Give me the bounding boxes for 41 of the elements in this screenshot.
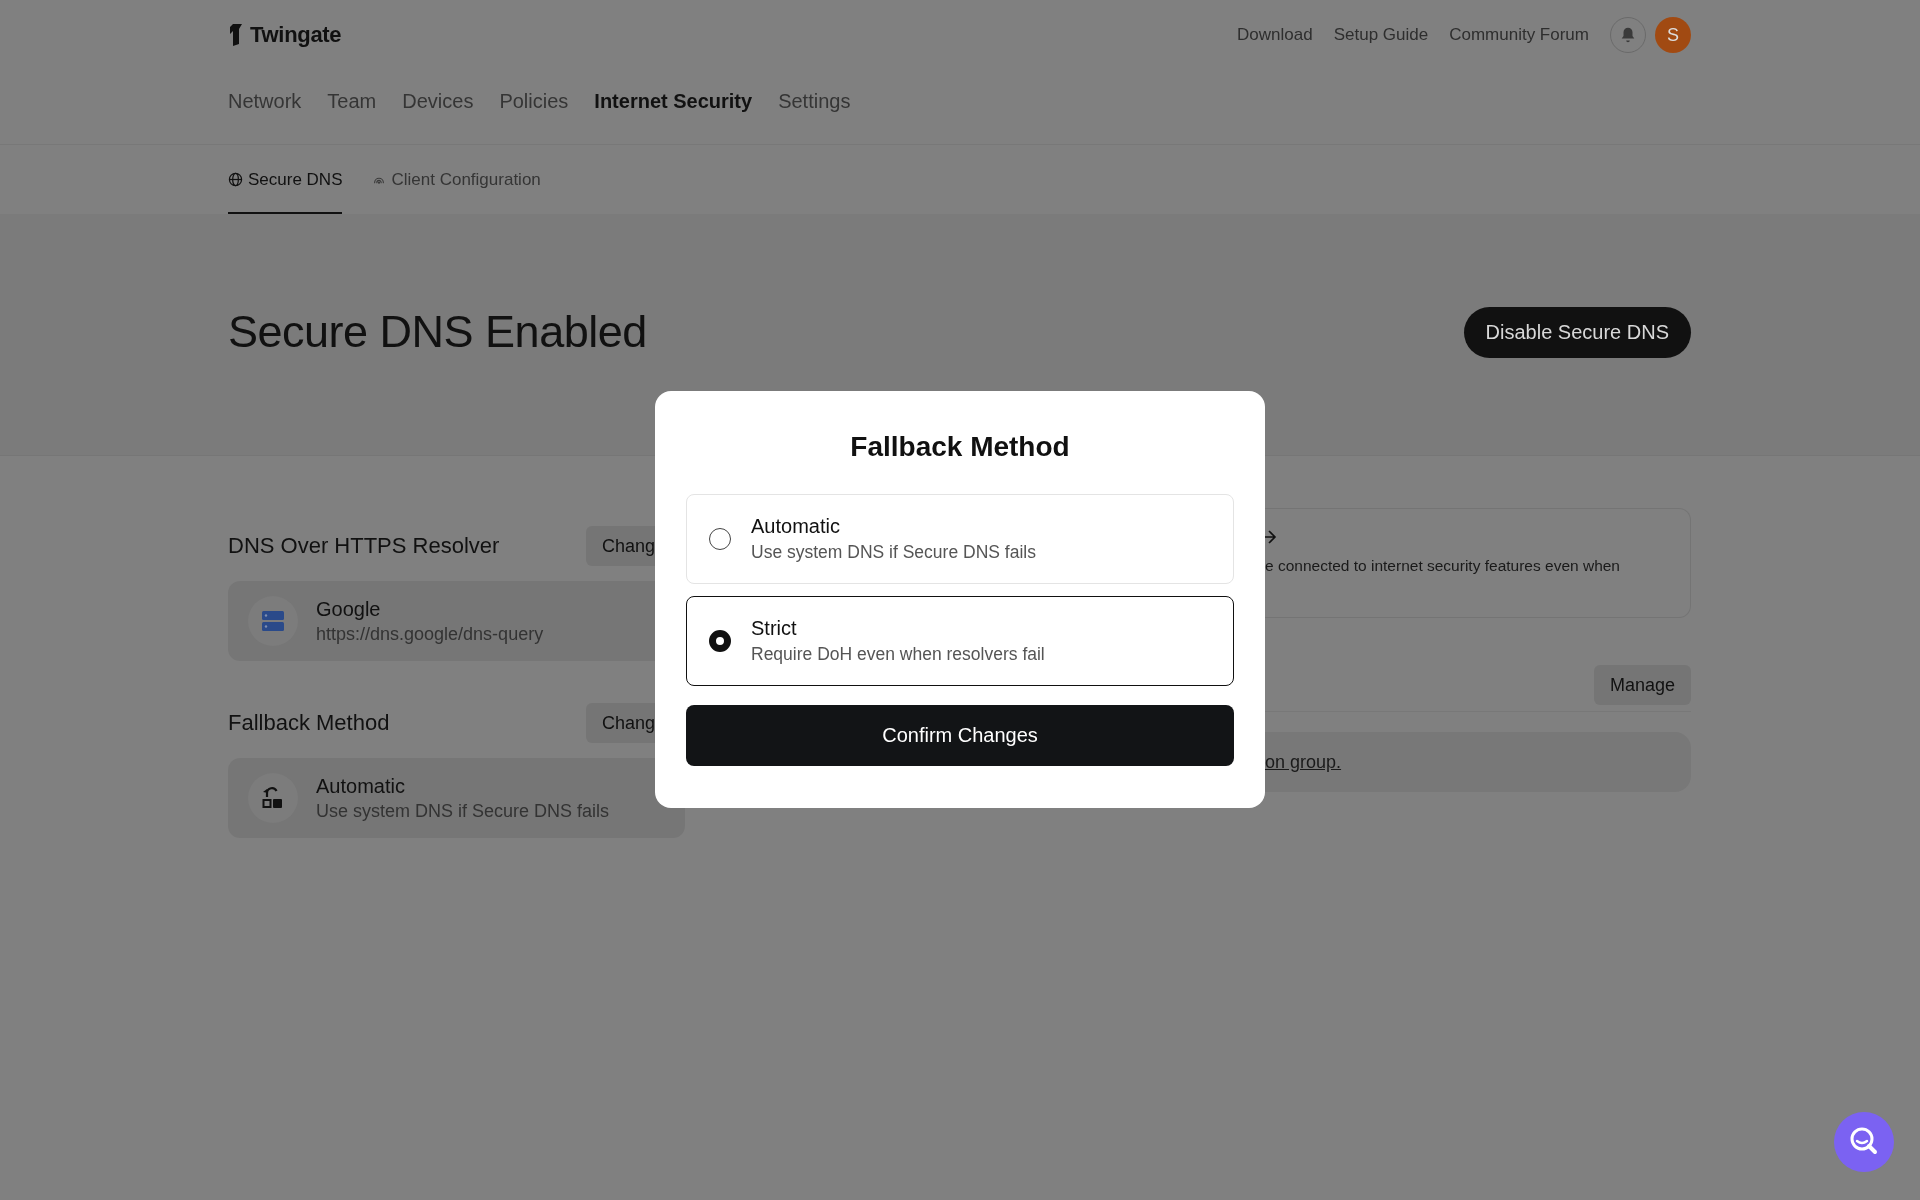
notifications-button[interactable] bbox=[1610, 17, 1646, 53]
change-button[interactable]: Chang bbox=[585, 703, 657, 743]
unlock-icon bbox=[262, 787, 284, 809]
logo-icon bbox=[228, 24, 244, 46]
option-description: Use system DNS if Secure DNS fails bbox=[751, 542, 1036, 563]
confirm-button[interactable]: Confirm Changes bbox=[686, 705, 1234, 766]
link[interactable]: on group. bbox=[1265, 751, 1342, 773]
section-title: DNS Over HTTPS Resolver bbox=[228, 533, 500, 559]
manage-button[interactable]: Manage bbox=[1593, 665, 1691, 705]
sub-tab[interactable]: Client Configuration bbox=[372, 145, 541, 214]
server-icon bbox=[262, 611, 284, 631]
nav-tab[interactable]: Policies bbox=[499, 90, 569, 144]
radio-option[interactable]: Strict Require DoH even when resolvers fail bbox=[686, 596, 1234, 686]
bell-icon bbox=[1619, 26, 1637, 44]
nav-tab[interactable]: Team bbox=[327, 90, 377, 144]
option-title: Strict bbox=[751, 617, 798, 640]
globe-icon bbox=[228, 172, 243, 187]
header-link[interactable]: Download bbox=[1237, 25, 1313, 45]
option-description: Require DoH even when resolvers fail bbox=[751, 644, 1045, 665]
search-button[interactable] bbox=[1834, 1112, 1894, 1172]
header-link[interactable]: Setup Guide bbox=[1333, 25, 1429, 45]
disable-secure-dns-button[interactable]: Disable Secure DNS bbox=[1463, 306, 1691, 358]
card-title: Google bbox=[316, 597, 382, 621]
page-title: Secure DNS Enabled bbox=[228, 306, 647, 358]
dialog-title: Fallback Method bbox=[849, 431, 1071, 463]
change-button[interactable]: Chang bbox=[585, 526, 657, 566]
option-title: Automatic bbox=[751, 515, 841, 538]
nav-tab[interactable]: Internet Security bbox=[594, 90, 753, 144]
card-title: Automatic bbox=[316, 774, 406, 798]
section-title: Fallback Method bbox=[228, 710, 390, 736]
radio-button[interactable] bbox=[709, 630, 731, 652]
logo-text: Twingate bbox=[250, 22, 342, 48]
card-subtitle: Use system DNS if Secure DNS fails bbox=[316, 800, 610, 822]
avatar[interactable]: S bbox=[1655, 17, 1691, 53]
nav-tab[interactable]: Settings bbox=[778, 90, 851, 144]
header-link[interactable]: Community Forum bbox=[1449, 25, 1589, 45]
nav-tab[interactable]: Network bbox=[228, 90, 302, 144]
notice-text: e connected to internet security features even when bbox=[1265, 557, 1620, 575]
card-subtitle: https://dns.google/dns-query bbox=[316, 623, 544, 645]
radio-option[interactable]: Automatic Use system DNS if Secure DNS fails bbox=[686, 494, 1234, 584]
nav-tab[interactable]: Devices bbox=[402, 90, 474, 144]
